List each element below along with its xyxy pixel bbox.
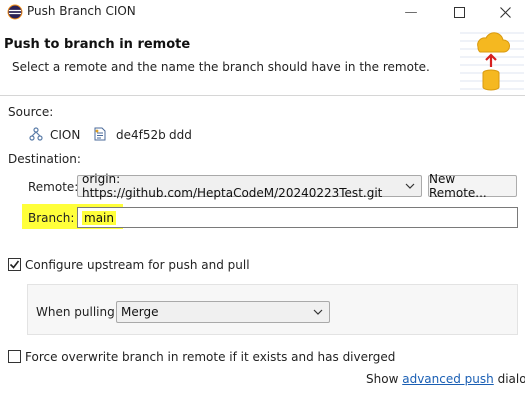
chevron-down-icon (405, 183, 415, 189)
source-commit-id: de4f52b (116, 128, 166, 142)
source-repo-name: CION (50, 128, 81, 142)
when-pulling-label: When pulling: (36, 305, 119, 319)
chevron-down-icon (313, 309, 323, 315)
when-pulling-value: Merge (121, 305, 159, 319)
remote-select[interactable]: origin: https://github.com/HeptaCodeM/20… (77, 172, 422, 200)
footer-suffix: dialog (497, 372, 525, 386)
force-overwrite-label[interactable]: Force overwrite branch in remote if it e… (25, 350, 395, 364)
eclipse-app-icon (7, 4, 23, 20)
banner-description: Select a remote and the name the branch … (12, 60, 430, 74)
source-commit-message: ddd (169, 128, 192, 142)
footer-prefix: Show (366, 372, 399, 386)
commit-icon (94, 127, 106, 141)
advanced-push-footer: Show advanced push dialog (366, 372, 525, 386)
remote-select-value: origin: https://github.com/HeptaCodeM/20… (82, 172, 383, 200)
checkmark-icon (9, 260, 20, 269)
close-icon (499, 6, 511, 18)
new-remote-button[interactable]: New Remote... (428, 172, 517, 200)
configure-upstream-label[interactable]: Configure upstream for push and pull (25, 258, 250, 272)
remote-label: Remote: (28, 180, 79, 194)
force-overwrite-checkbox[interactable] (8, 350, 21, 363)
configure-upstream-checkbox[interactable] (8, 258, 21, 271)
close-button[interactable] (486, 0, 524, 24)
minimize-button[interactable]: — (392, 0, 430, 24)
cloud-push-icon (460, 32, 524, 91)
destination-label: Destination: (8, 152, 81, 166)
source-label: Source: (8, 105, 54, 119)
branch-input-value: main (82, 210, 116, 225)
repository-icon (29, 127, 43, 141)
window-title: Push Branch CION (27, 4, 136, 18)
branch-input[interactable]: main (77, 207, 518, 228)
branch-label: Branch: (28, 211, 75, 225)
maximize-button[interactable] (440, 0, 478, 24)
banner-title: Push to branch in remote (4, 37, 191, 52)
advanced-push-link[interactable]: advanced push (402, 372, 494, 386)
minimize-icon: — (404, 4, 418, 20)
maximize-icon (453, 6, 465, 18)
when-pulling-select[interactable]: Merge (116, 301, 330, 323)
